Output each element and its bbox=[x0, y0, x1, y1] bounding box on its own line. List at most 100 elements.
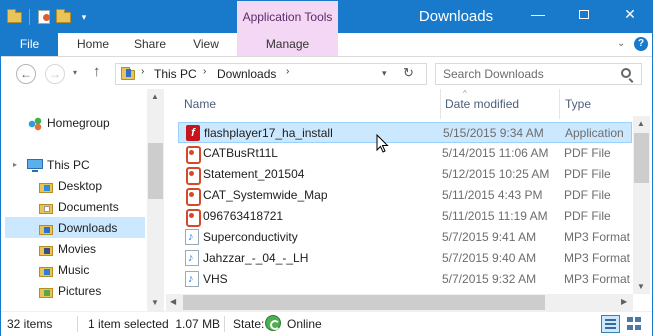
nav-item-label: Downloads bbox=[58, 221, 118, 235]
help-icon[interactable]: ? bbox=[634, 37, 648, 51]
file-name: CATBusRt11L bbox=[203, 146, 278, 160]
quick-access-toolbar: ▾ bbox=[7, 7, 92, 27]
search-box[interactable] bbox=[435, 63, 642, 85]
tab-view[interactable]: View bbox=[181, 33, 231, 56]
toolbar-divider bbox=[29, 9, 30, 25]
status-divider bbox=[224, 316, 225, 332]
file-type: MP3 Format bbox=[564, 230, 631, 244]
search-input[interactable] bbox=[436, 64, 616, 84]
scroll-up-icon[interactable]: ▲ bbox=[637, 119, 645, 128]
address-bar[interactable]: › This PC › Downloads › ▾ ↻ bbox=[115, 63, 427, 85]
file-row[interactable]: VHS 5/7/2015 9:32 AM MP3 Format bbox=[178, 269, 633, 290]
tab-share[interactable]: Share bbox=[125, 33, 175, 56]
folder-icon[interactable] bbox=[7, 9, 23, 25]
maximize-button[interactable] bbox=[561, 1, 607, 29]
column-header-name[interactable]: Name bbox=[184, 97, 216, 111]
status-divider bbox=[77, 316, 78, 332]
contextual-tab-group: Application Tools bbox=[237, 1, 338, 33]
scroll-down-icon[interactable]: ▼ bbox=[151, 298, 159, 307]
maximize-icon bbox=[579, 10, 589, 19]
sync-online-icon bbox=[265, 315, 281, 331]
nav-item-label: Pictures bbox=[58, 284, 102, 298]
file-row[interactable]: f flashplayer17_ha_install 5/15/2015 9:3… bbox=[178, 122, 632, 143]
expand-ribbon-icon[interactable]: ⌄ bbox=[617, 38, 625, 49]
file-type: PDF File bbox=[564, 146, 611, 160]
music-folder-icon bbox=[38, 262, 54, 278]
scroll-left-icon[interactable]: ◀ bbox=[170, 297, 176, 306]
expand-this-pc-icon[interactable]: ▸ bbox=[13, 160, 17, 169]
item-count: 32 items bbox=[7, 317, 53, 331]
column-divider[interactable] bbox=[559, 89, 560, 119]
scrollbar-thumb[interactable] bbox=[183, 295, 545, 310]
nav-item-label: Desktop bbox=[58, 179, 103, 193]
file-date: 5/7/2015 9:41 AM bbox=[442, 230, 537, 244]
scrollbar-thumb[interactable] bbox=[148, 143, 163, 199]
up-button[interactable]: ↑ bbox=[93, 63, 101, 80]
file-type: PDF File bbox=[564, 209, 611, 223]
movies-folder-icon bbox=[38, 241, 54, 257]
ribbon-tabs: File Home Share View Manage ⌄ ? bbox=[1, 33, 652, 57]
file-row[interactable]: CATBusRt11L 5/14/2015 11:06 AM PDF File bbox=[178, 143, 633, 164]
breadcrumb-separator[interactable]: › bbox=[286, 66, 289, 77]
file-date: 5/12/2015 10:25 AM bbox=[442, 167, 550, 181]
scroll-up-icon[interactable]: ▲ bbox=[151, 92, 159, 101]
address-history-dropdown-icon[interactable]: ▾ bbox=[382, 68, 387, 79]
breadcrumb-this-pc[interactable]: This PC bbox=[154, 67, 197, 81]
forward-button[interactable]: → bbox=[45, 64, 65, 84]
window-title: Downloads bbox=[418, 8, 494, 25]
file-list-vertical-scrollbar[interactable]: ▲ ▼ bbox=[633, 116, 650, 294]
scroll-right-icon[interactable]: ▶ bbox=[621, 297, 627, 306]
file-row[interactable]: 096763418721 5/11/2015 11:19 AM PDF File bbox=[178, 206, 633, 227]
file-type: PDF File bbox=[564, 188, 611, 202]
file-type: PDF File bbox=[564, 167, 611, 181]
title-bar: ▾ Application Tools Downloads — ✕ bbox=[1, 1, 652, 33]
back-button[interactable]: ← bbox=[16, 64, 36, 84]
recent-locations-chevron-icon[interactable]: ▾ bbox=[73, 68, 77, 77]
file-date: 5/14/2015 11:06 AM bbox=[442, 146, 549, 160]
column-header-date-modified[interactable]: Date modified bbox=[445, 97, 519, 111]
file-row[interactable]: CAT_Systemwide_Map 5/11/2015 4:43 PM PDF… bbox=[178, 185, 633, 206]
nav-item-label: This PC bbox=[47, 158, 90, 172]
tab-manage[interactable]: Manage bbox=[237, 33, 338, 56]
file-date: 5/11/2015 4:43 PM bbox=[442, 188, 543, 202]
status-bar: 32 items 1 item selected 1.07 MB State: … bbox=[1, 311, 652, 336]
nav-item-label: Homegroup bbox=[47, 116, 110, 130]
documents-folder-icon bbox=[38, 199, 54, 215]
pdf-file-icon bbox=[185, 187, 201, 206]
mp3-file-icon bbox=[185, 271, 199, 287]
computer-icon bbox=[27, 159, 43, 172]
breadcrumb-downloads[interactable]: Downloads bbox=[217, 67, 276, 81]
file-list-horizontal-scrollbar[interactable]: ◀ ▶ bbox=[166, 294, 633, 311]
scrollbar-thumb[interactable] bbox=[634, 133, 649, 183]
large-icons-view-button[interactable] bbox=[625, 315, 644, 333]
breadcrumb-separator[interactable]: › bbox=[141, 66, 144, 77]
refresh-icon[interactable]: ↻ bbox=[403, 65, 414, 81]
nav-pane-scrollbar[interactable]: ▲ ▼ bbox=[147, 89, 164, 311]
file-type: MP3 Format bbox=[564, 272, 631, 286]
close-button[interactable]: ✕ bbox=[607, 1, 653, 29]
new-folder-icon[interactable] bbox=[56, 9, 72, 25]
column-header-type[interactable]: Type bbox=[565, 97, 591, 111]
file-row[interactable]: Statement_201504 5/12/2015 10:25 AM PDF … bbox=[178, 164, 633, 185]
scroll-down-icon[interactable]: ▼ bbox=[637, 282, 645, 291]
downloads-folder-icon bbox=[121, 66, 137, 82]
selection-info: 1 item selected 1.07 MB bbox=[88, 317, 221, 331]
file-type: Application bbox=[565, 126, 624, 140]
customize-toolbar-dropdown-icon[interactable]: ▾ bbox=[76, 9, 92, 25]
tab-home[interactable]: Home bbox=[65, 33, 121, 56]
search-icon[interactable] bbox=[621, 68, 631, 78]
state-label: State: bbox=[233, 317, 265, 331]
tab-file[interactable]: File bbox=[1, 33, 58, 56]
file-name: Superconductivity bbox=[203, 230, 298, 244]
breadcrumb-separator[interactable]: › bbox=[203, 66, 206, 77]
file-row[interactable]: Jahzzar_-_04_-_LH 5/7/2015 9:40 AM MP3 F… bbox=[178, 248, 633, 269]
nav-item-label: Music bbox=[58, 263, 90, 277]
address-row: ← → ▾ ↑ › This PC › Downloads › ▾ ↻ bbox=[1, 58, 652, 88]
desktop-folder-icon bbox=[38, 178, 54, 194]
details-view-button[interactable] bbox=[601, 315, 620, 333]
file-row[interactable]: Superconductivity 5/7/2015 9:41 AM MP3 F… bbox=[178, 227, 633, 248]
homegroup-icon bbox=[27, 115, 43, 131]
column-divider[interactable] bbox=[440, 89, 441, 119]
properties-icon[interactable] bbox=[36, 9, 52, 25]
minimize-button[interactable]: — bbox=[515, 1, 561, 29]
